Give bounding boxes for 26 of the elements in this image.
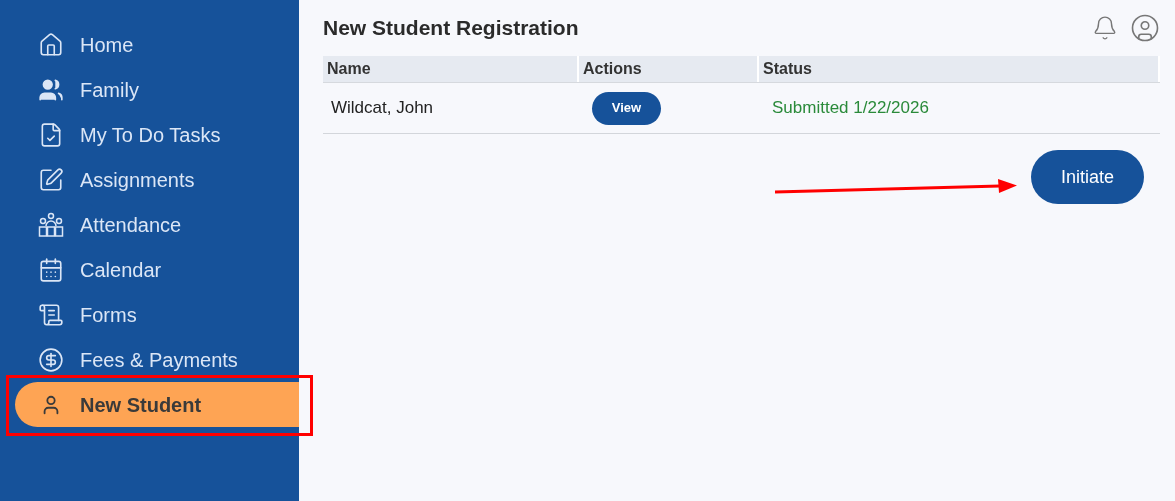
sidebar-item[interactable]: Home bbox=[15, 22, 299, 67]
sidebar-item[interactable]: My To Do Tasks bbox=[15, 112, 299, 157]
column-header: Actions bbox=[582, 59, 643, 79]
sidebar-item[interactable]: New Student bbox=[15, 382, 299, 427]
sidebar-item[interactable]: Attendance bbox=[15, 202, 299, 247]
house-icon bbox=[38, 31, 64, 58]
sidebar-item[interactable]: Calendar bbox=[15, 247, 299, 292]
calendar-icon bbox=[38, 256, 64, 283]
sidebar-item[interactable]: Family bbox=[15, 67, 299, 112]
view-button[interactable]: View bbox=[592, 91, 661, 125]
status-text: Submitted 1/22/2026 bbox=[771, 97, 930, 120]
sidebar-item[interactable]: Assignments bbox=[15, 157, 299, 202]
initiate-button[interactable]: Initiate bbox=[1031, 150, 1144, 204]
sidebar-item[interactable]: Fees & Payments bbox=[15, 337, 299, 382]
profile-icon[interactable] bbox=[1130, 13, 1160, 43]
group-icon bbox=[38, 211, 64, 238]
people-icon bbox=[38, 76, 64, 103]
form-icon bbox=[38, 301, 64, 328]
dollar-icon bbox=[38, 346, 64, 373]
student-name: Wildcat, John bbox=[330, 97, 435, 120]
notification-bell-icon[interactable] bbox=[1092, 15, 1118, 41]
page-title: New Student Registration bbox=[323, 15, 579, 42]
pencil-icon bbox=[38, 166, 64, 193]
column-header: Name bbox=[326, 59, 372, 79]
column-header: Status bbox=[762, 59, 813, 79]
sidebar-item[interactable]: Forms bbox=[15, 292, 299, 337]
